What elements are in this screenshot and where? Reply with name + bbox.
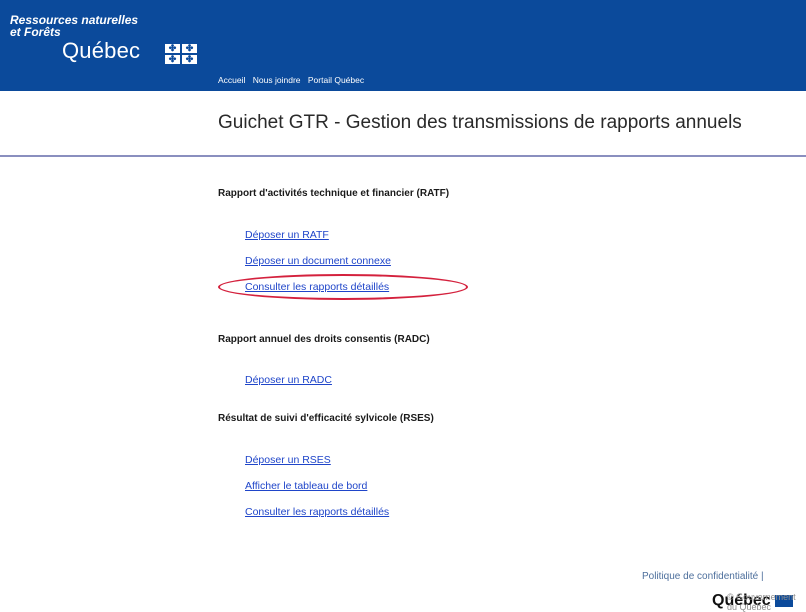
link-consulter-rapports-rses[interactable]: Consulter les rapports détaillés	[245, 506, 389, 518]
section-heading-ratf: Rapport d'activités technique et financi…	[218, 188, 450, 199]
section-heading-radc: Rapport annuel des droits consentis (RAD…	[218, 334, 430, 345]
quebec-wordmark: Québec	[62, 38, 141, 63]
link-afficher-tableau-bord[interactable]: Afficher le tableau de bord	[245, 480, 367, 492]
title-divider	[0, 155, 806, 157]
site-header: Ressources naturelles et Forêts Québec ✤…	[0, 0, 806, 91]
footer-policy: Politique de confidentialité |	[642, 571, 764, 582]
link-consulter-rapports-ratf[interactable]: Consulter les rapports détaillés	[245, 281, 389, 293]
link-deposer-radc[interactable]: Déposer un RADC	[245, 374, 332, 386]
page-title: Guichet GTR - Gestion des transmissions …	[218, 112, 742, 133]
privacy-policy-link[interactable]: Politique de confidentialité	[642, 571, 758, 582]
section-heading-rses: Résultat de suivi d'efficacité sylvicole…	[218, 413, 434, 424]
ministry-line-2: et Forêts	[10, 25, 61, 39]
link-deposer-rses[interactable]: Déposer un RSES	[245, 454, 331, 466]
fleur-de-lis-flag-icon: ✤ ✤ ✤ ✤	[165, 44, 197, 64]
footer-copyright: © Gouvernement du Québec	[727, 592, 796, 612]
nav-link-accueil[interactable]: Accueil	[218, 75, 245, 85]
link-deposer-ratf[interactable]: Déposer un RATF	[245, 229, 329, 241]
link-deposer-document-connexe[interactable]: Déposer un document connexe	[245, 255, 391, 267]
ministry-name: Ressources naturelles et Forêts	[10, 14, 138, 38]
nav-link-nous-joindre[interactable]: Nous joindre	[253, 75, 301, 85]
nav-link-portail-quebec[interactable]: Portail Québec	[308, 75, 364, 85]
footer-separator: |	[760, 571, 764, 582]
top-navigation: Accueil Nous joindre Portail Québec	[218, 75, 369, 85]
